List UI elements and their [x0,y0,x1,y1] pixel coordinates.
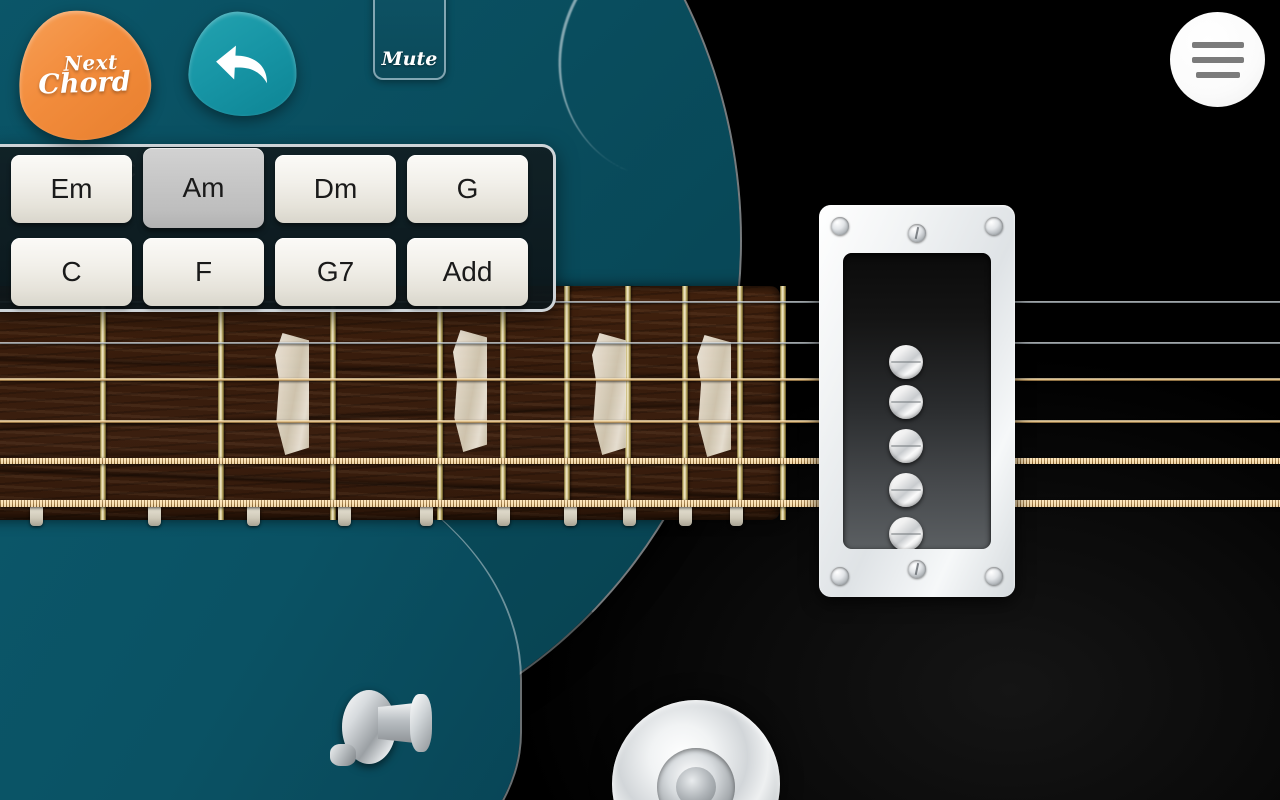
pickup-screw-4 [831,567,849,585]
chord-button-dm[interactable]: Dm [275,155,396,223]
app-stage: Chords EmAmDmGCFG7Add Next Chord Mute [0,0,1280,800]
hamburger-menu-icon-line3 [1195,71,1240,78]
volume-knob-core [676,767,716,800]
chord-row: C F G7 Add [1,238,541,306]
undo-arrow-icon [216,45,268,84]
pickup-screw-1 [831,217,849,235]
mute-button-label: Mute [381,48,438,70]
next-chord-label: Next Chord [37,49,131,101]
guitar-string-A[interactable] [0,458,1280,464]
chord-button-g[interactable]: G [407,155,528,223]
chord-row: Em Am Dm G [1,148,541,228]
strap-button [330,672,435,784]
strap-button-pin [330,744,356,766]
chord-button-em[interactable]: Em [11,155,132,223]
guitar-string-B[interactable] [0,342,1280,344]
mute-button[interactable]: Mute [373,0,446,80]
next-chord-label-line2: Chord [37,66,131,101]
guitar-string-D[interactable] [0,420,1280,423]
chord-button-am[interactable]: Am [143,148,264,228]
strap-button-cap [410,694,432,752]
volume-knob-inner [657,748,735,800]
menu-button[interactable] [1170,12,1265,107]
pickup-screw-6 [908,560,926,578]
pickup-screw-layer [819,205,1015,597]
hamburger-menu-icon-line1 [1191,41,1244,48]
hamburger-menu-icon-line2 [1191,56,1244,63]
chord-button-add[interactable]: Add [407,238,528,306]
humbucker-pickup [819,205,1015,597]
guitar-string-G[interactable] [0,378,1280,381]
chord-button-g7[interactable]: G7 [275,238,396,306]
chord-panel: Em Am Dm G C F G7 Add [0,144,556,312]
chord-button-f[interactable]: F [143,238,264,306]
string-layer[interactable] [0,0,1280,800]
pickup-screw-2 [985,217,1003,235]
guitar-string-low-E[interactable] [0,500,1280,507]
pickup-screw-3 [908,224,926,242]
pickup-screw-5 [985,567,1003,585]
chord-button-c[interactable]: C [11,238,132,306]
